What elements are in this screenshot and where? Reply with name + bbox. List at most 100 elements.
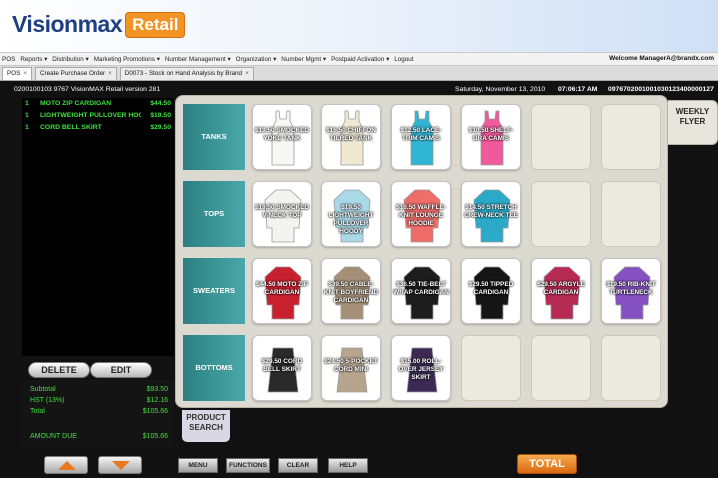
product-button[interactable]: $36.50 TIE-BELT WRAP CARDIGAN <box>391 258 451 324</box>
arrow-up-icon <box>58 461 76 470</box>
close-icon[interactable]: × <box>245 70 249 77</box>
product-button[interactable]: $16.50 WAFFLE-KNIT LOUNGE HOODIE <box>391 181 451 247</box>
logo-suffix: Retail <box>125 11 186 38</box>
line-qty: 1 <box>25 112 29 119</box>
product-label: $12.50 LACE-TRIM CAMIS <box>400 127 442 142</box>
category-tops[interactable]: TOPS <box>183 181 245 247</box>
document-tab-bar: POS × Create Purchase Order × D0073 - Stoc… <box>0 66 718 81</box>
totals-panel: Subtotal $93.50 HST (13%) $12.16 Total $… <box>22 380 174 448</box>
welcome-text: Welcome ManagerA@brandx.com <box>609 55 714 62</box>
arrow-down-icon <box>112 461 130 470</box>
product-button[interactable]: $16.50 CHIFFON TIERED TANK <box>321 104 381 170</box>
menu-postpaid-activation[interactable]: Postpaid Activation ▾ <box>331 56 389 63</box>
menu-reports[interactable]: Reports ▾ <box>20 56 47 63</box>
tab-stock-on-hand-analysis[interactable]: D0073 - Stock on Hand Analysis by Brand × <box>119 67 254 80</box>
product-search-tab[interactable]: PRODUCT SEARCH <box>182 410 230 442</box>
tab-create-purchase-order[interactable]: Create Purchase Order × <box>35 67 117 80</box>
subtotal-value: $93.50 <box>146 386 168 393</box>
product-label: $29.50 CORD BELL SKIRT <box>261 358 303 373</box>
product-button[interactable]: $15.00 ROLL-OVER JERSEY SKIRT <box>391 335 451 401</box>
product-label: $29.50 TIPPED CARDIGAN <box>468 281 514 296</box>
product-button[interactable]: $39.50 CABLE-KNIT BOYFRIEND CARDIGAN <box>321 258 381 324</box>
product-label: $39.50 CABLE-KNIT BOYFRIEND CARDIGAN <box>323 281 379 304</box>
line-qty: 1 <box>25 100 29 107</box>
help-button[interactable]: HELP <box>328 458 368 473</box>
empty-product-slot <box>601 335 661 401</box>
product-label: $16.50 WAFFLE-KNIT LOUNGE HOODIE <box>396 204 446 227</box>
product-button[interactable]: $10.50 SHELF-BRA CAMIS <box>461 104 521 170</box>
amount-due-value: $105.66 <box>142 433 168 440</box>
product-label: $16.50 CHIFFON TIERED TANK <box>326 127 376 142</box>
product-button[interactable]: $14.50 STRETCH CREW-NECK TEE <box>461 181 521 247</box>
line-name: CORD BELL SKIRT <box>40 124 102 131</box>
product-button[interactable]: $19.50 SMOCKED YOKE TANK <box>252 104 312 170</box>
line-name: LIGHTWEIGHT PULLOVER HOO... <box>40 112 141 119</box>
empty-product-slot <box>531 104 591 170</box>
line-price: $29.50 <box>150 124 171 131</box>
menu-distribution[interactable]: Distribution ▾ <box>52 56 88 63</box>
app-logo: Visionmax Retail <box>12 11 186 38</box>
line-name: MOTO ZIP CARDIGAN <box>40 100 112 107</box>
receipt-line[interactable]: 1 CORD BELL SKIRT $29.50 <box>22 122 174 134</box>
empty-product-slot <box>531 181 591 247</box>
brand-header: Visionmax Retail <box>0 0 718 52</box>
empty-product-slot <box>531 335 591 401</box>
total-button[interactable]: TOTAL <box>517 454 577 474</box>
total-value: $105.66 <box>142 408 168 415</box>
menu-button[interactable]: MENU <box>178 458 218 473</box>
empty-product-slot <box>461 335 521 401</box>
product-button[interactable]: $44.50 MOTO ZIP CARDIGAN <box>252 258 312 324</box>
delete-button[interactable]: DELETE <box>28 362 90 378</box>
tax-value: $12.16 <box>146 397 168 404</box>
scroll-down-button[interactable] <box>98 456 142 474</box>
menu-organization[interactable]: Organization ▾ <box>236 56 277 63</box>
product-button[interactable]: $19.50 LIGHTWEIGHT PULLOVER HOODY <box>321 181 381 247</box>
product-button[interactable]: $29.50 CORD BELL SKIRT <box>252 335 312 401</box>
line-qty: 1 <box>25 124 29 131</box>
amount-due-label: AMOUNT DUE <box>30 433 77 440</box>
product-button[interactable]: $19.50 RIB-KNIT TURTLENECK <box>601 258 661 324</box>
functions-button[interactable]: FUNCTIONS <box>226 458 270 473</box>
tab-pos[interactable]: POS × <box>2 67 32 80</box>
product-label: $19.50 RIB-KNIT TURTLENECK <box>606 281 656 296</box>
product-label: $19.50 SMOCKED YOKE TANK <box>255 127 309 142</box>
menu-pos[interactable]: POS <box>2 56 15 63</box>
product-button[interactable]: $19.50 SMOCKED V-NECK TOP <box>252 181 312 247</box>
line-price: $44.50 <box>150 100 171 107</box>
subtotal-row: Subtotal $93.50 <box>30 386 168 393</box>
product-label: $44.50 MOTO ZIP CARDIGAN <box>255 281 309 296</box>
product-label: $29.50 ARGYLE CARDIGAN <box>537 281 585 296</box>
empty-product-slot <box>601 104 661 170</box>
tax-row: HST (13%) $12.16 <box>30 397 168 404</box>
empty-product-slot <box>601 181 661 247</box>
category-sweaters[interactable]: SWEATERS <box>183 258 245 324</box>
receipt-line[interactable]: 1 MOTO ZIP CARDIGAN $44.50 <box>22 98 174 110</box>
line-price: $19.50 <box>150 112 171 119</box>
clear-button[interactable]: CLEAR <box>278 458 318 473</box>
receipt-line[interactable]: 1 LIGHTWEIGHT PULLOVER HOO... $19.50 <box>22 110 174 122</box>
category-bottoms[interactable]: BOTTOMS <box>183 335 245 401</box>
close-icon[interactable]: × <box>108 70 112 77</box>
menu-number-mgmt[interactable]: Number Mgmt ▾ <box>281 56 326 63</box>
product-button[interactable]: $12.50 LACE-TRIM CAMIS <box>391 104 451 170</box>
edit-button[interactable]: EDIT <box>90 362 152 378</box>
scroll-up-button[interactable] <box>44 456 88 474</box>
product-button[interactable]: $29.50 TIPPED CARDIGAN <box>461 258 521 324</box>
tax-label: HST (13%) <box>30 397 65 404</box>
menu-marketing-promotions[interactable]: Marketing Promotions ▾ <box>94 56 160 63</box>
tab-label: POS <box>7 70 21 77</box>
product-label: $36.50 TIE-BELT WRAP CARDIGAN <box>393 281 449 296</box>
close-icon[interactable]: × <box>23 70 27 77</box>
menu-number-management[interactable]: Number Management ▾ <box>165 56 231 63</box>
receipt-list[interactable]: 1 MOTO ZIP CARDIGAN $44.50 1 LIGHTWEIGHT… <box>22 98 174 356</box>
product-label: $19.50 LIGHTWEIGHT PULLOVER HOODY <box>328 204 374 235</box>
total-label: Total <box>30 408 45 415</box>
category-tanks[interactable]: TANKS <box>183 104 245 170</box>
menu-logout[interactable]: Logout <box>394 56 413 63</box>
terminal-info: 0200100103 9767 VisionMAX Retail version… <box>14 86 161 93</box>
product-button[interactable]: $29.50 ARGYLE CARDIGAN <box>531 258 591 324</box>
product-label: $15.00 ROLL-OVER JERSEY SKIRT <box>398 358 444 381</box>
weekly-flyer-tab[interactable]: WEEKLY FLYER <box>668 100 718 145</box>
product-button[interactable]: $24.50 5-POCKET CORD MINI <box>321 335 381 401</box>
logo-name: Visionmax <box>12 11 123 37</box>
